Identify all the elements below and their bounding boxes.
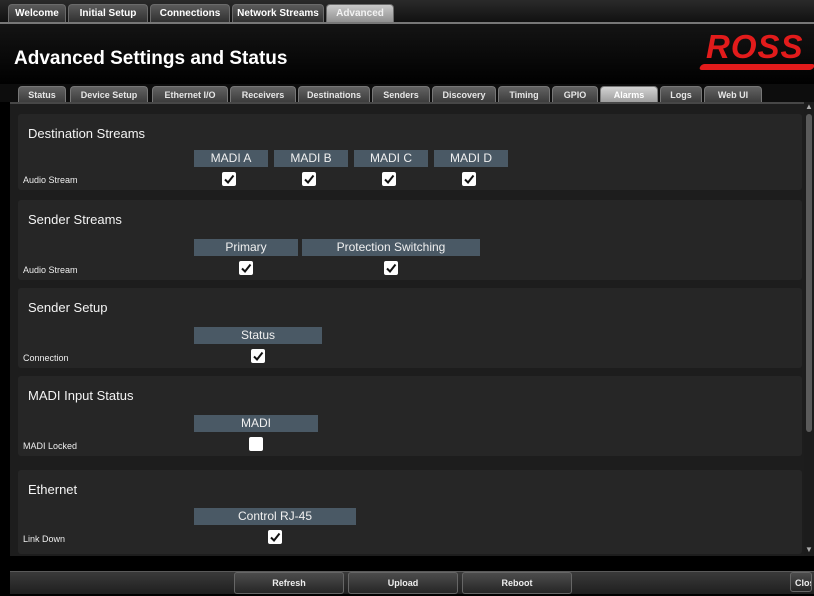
section-title: Destination Streams bbox=[28, 126, 146, 141]
subtab-destinations[interactable]: Destinations bbox=[298, 86, 370, 103]
scroll-down-icon[interactable]: ▼ bbox=[805, 546, 813, 554]
scroll-up-icon[interactable]: ▲ bbox=[805, 103, 813, 111]
ross-logo: ROSS bbox=[706, 28, 804, 65]
subtab-timing[interactable]: Timing bbox=[498, 86, 550, 103]
subtab-status[interactable]: Status bbox=[18, 86, 66, 103]
logo-swoosh bbox=[698, 64, 814, 70]
section-madi-input-status: MADI Input Status MADI MADI Locked bbox=[18, 376, 802, 456]
upload-button[interactable]: Upload bbox=[348, 572, 458, 594]
tab-advanced[interactable]: Advanced bbox=[326, 4, 394, 23]
subtab-alarms[interactable]: Alarms bbox=[600, 86, 658, 103]
bottom-bar: Refresh Upload Reboot Close bbox=[0, 556, 814, 596]
column-header: Protection Switching bbox=[302, 239, 480, 256]
section-title: Ethernet bbox=[28, 482, 78, 497]
subtab-logs[interactable]: Logs bbox=[660, 86, 702, 103]
section-ethernet: Ethernet Control RJ-45 Link Down bbox=[18, 470, 802, 554]
section-title: MADI Input Status bbox=[28, 388, 134, 403]
section-sender-streams: Sender Streams Primary Protection Switch… bbox=[18, 200, 802, 280]
row-label: MADI Locked bbox=[23, 441, 78, 451]
checkmark-icon bbox=[304, 174, 315, 185]
alarms-panel: Destination Streams MADI A MADI B MADI C… bbox=[10, 102, 804, 558]
subtab-senders[interactable]: Senders bbox=[372, 86, 430, 103]
section-destination-streams: Destination Streams MADI A MADI B MADI C… bbox=[18, 114, 802, 190]
column-header: MADI B bbox=[274, 150, 348, 167]
checkbox[interactable] bbox=[251, 349, 265, 363]
checkmark-icon bbox=[464, 174, 475, 185]
checkbox[interactable] bbox=[384, 261, 398, 275]
subtab-web-ui[interactable]: Web UI bbox=[704, 86, 762, 103]
page-title: Advanced Settings and Status bbox=[14, 48, 288, 69]
checkbox[interactable] bbox=[302, 172, 316, 186]
checkbox[interactable] bbox=[268, 530, 282, 544]
column-header: MADI C bbox=[354, 150, 428, 167]
top-tab-bar: Welcome Initial Setup Connections Networ… bbox=[0, 0, 814, 23]
scroll-thumb[interactable] bbox=[806, 114, 812, 432]
subtab-receivers[interactable]: Receivers bbox=[230, 86, 296, 103]
checkmark-icon bbox=[224, 174, 235, 185]
column-header: Primary bbox=[194, 239, 298, 256]
checkbox[interactable] bbox=[462, 172, 476, 186]
section-sender-setup: Sender Setup Status Connection bbox=[18, 288, 802, 368]
subtab-discovery[interactable]: Discovery bbox=[432, 86, 496, 103]
row-label: Audio Stream bbox=[23, 265, 78, 275]
tab-initial-setup[interactable]: Initial Setup bbox=[68, 4, 148, 23]
tab-welcome[interactable]: Welcome bbox=[8, 4, 66, 23]
checkmark-icon bbox=[241, 263, 252, 274]
tab-network-streams[interactable]: Network Streams bbox=[232, 4, 324, 23]
close-button[interactable]: Close bbox=[790, 572, 812, 592]
subtab-device-setup[interactable]: Device Setup bbox=[70, 86, 148, 103]
tab-connections[interactable]: Connections bbox=[150, 4, 230, 23]
section-title: Sender Streams bbox=[28, 212, 122, 227]
column-header: Status bbox=[194, 327, 322, 344]
column-header: Control RJ-45 bbox=[194, 508, 356, 525]
reboot-button[interactable]: Reboot bbox=[462, 572, 572, 594]
checkmark-icon bbox=[270, 532, 281, 543]
checkbox[interactable] bbox=[239, 261, 253, 275]
column-header: MADI A bbox=[194, 150, 268, 167]
checkmark-icon bbox=[253, 351, 264, 362]
sub-tab-bar: Status Device Setup Ethernet I/O Receive… bbox=[0, 84, 814, 103]
checkmark-icon bbox=[384, 174, 395, 185]
checkbox[interactable] bbox=[249, 437, 263, 451]
vertical-scrollbar[interactable]: ▲ ▼ bbox=[804, 102, 814, 556]
column-header: MADI D bbox=[434, 150, 508, 167]
checkbox[interactable] bbox=[382, 172, 396, 186]
row-label: Link Down bbox=[23, 534, 66, 544]
row-label: Audio Stream bbox=[23, 175, 78, 185]
checkmark-icon bbox=[386, 263, 397, 274]
column-header: MADI bbox=[194, 415, 318, 432]
checkbox[interactable] bbox=[222, 172, 236, 186]
subtab-ethernet-io[interactable]: Ethernet I/O bbox=[152, 86, 228, 103]
page-header: Advanced Settings and Status ROSS bbox=[0, 22, 814, 86]
subtab-gpio[interactable]: GPIO bbox=[552, 86, 598, 103]
refresh-button[interactable]: Refresh bbox=[234, 572, 344, 594]
section-title: Sender Setup bbox=[28, 300, 108, 315]
row-label: Connection bbox=[23, 353, 69, 363]
